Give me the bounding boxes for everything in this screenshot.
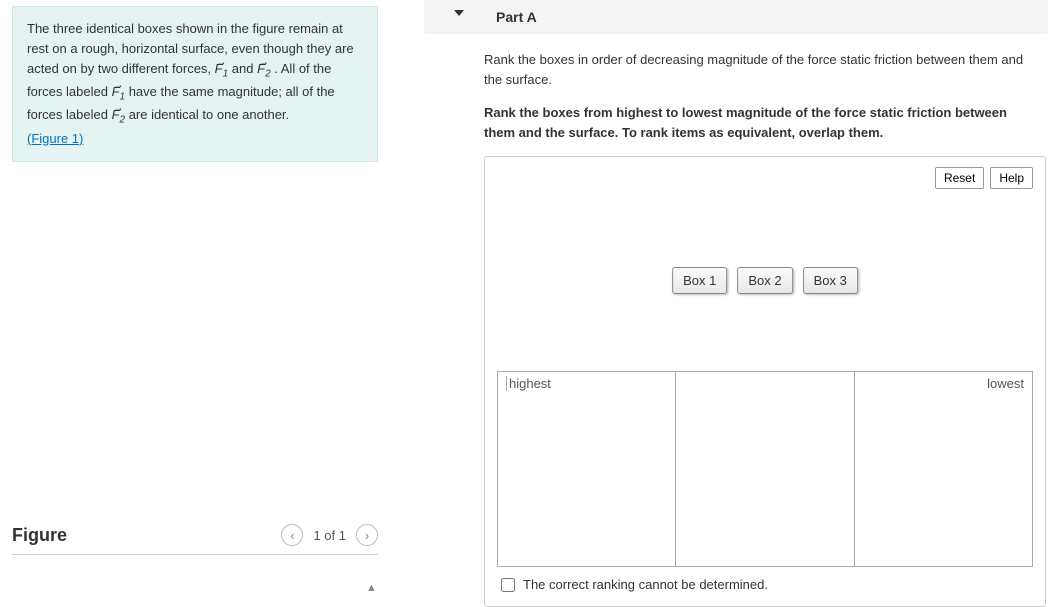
force-f2b: →F2 <box>112 107 126 122</box>
force-f2: →F2 <box>257 61 271 76</box>
cannot-determine-label: The correct ranking cannot be determined… <box>523 577 768 592</box>
cannot-determine-row[interactable]: The correct ranking cannot be determined… <box>497 577 1033 592</box>
ranking-dropzone[interactable]: highest lowest <box>497 371 1033 567</box>
force-f1b: →F1 <box>112 84 126 99</box>
figure-prev-button[interactable]: ‹ <box>281 524 303 546</box>
problem-statement: The three identical boxes shown in the f… <box>12 6 378 162</box>
rank-slot-1[interactable] <box>498 372 676 566</box>
figure-page-indicator: 1 of 1 <box>313 528 346 543</box>
figure-panel-header: Figure ‹ 1 of 1 › <box>12 524 378 555</box>
item-pool: Box 1 Box 2 Box 3 <box>497 167 1033 367</box>
collapse-icon[interactable]: ▲ <box>366 582 377 594</box>
figure-link[interactable]: (Figure 1) <box>27 131 83 146</box>
cannot-determine-checkbox[interactable] <box>501 578 515 592</box>
caret-down-icon <box>454 10 464 16</box>
part-header[interactable]: Part A <box>424 0 1048 34</box>
figure-pager: ‹ 1 of 1 › <box>281 524 378 546</box>
rank-item-box3[interactable]: Box 3 <box>803 267 858 294</box>
figure-next-button[interactable]: › <box>356 524 378 546</box>
rank-slot-2[interactable] <box>676 372 854 566</box>
figure-title: Figure <box>12 525 281 546</box>
force-f1: →F1 <box>215 61 229 76</box>
rank-slot-3[interactable] <box>855 372 1032 566</box>
question-instruction: Rank the boxes from highest to lowest ma… <box>484 103 1036 142</box>
question-description: Rank the boxes in order of decreasing ma… <box>484 50 1036 89</box>
rank-item-box1[interactable]: Box 1 <box>672 267 727 294</box>
rank-item-box2[interactable]: Box 2 <box>737 267 792 294</box>
problem-text-4: are identical to one another. <box>129 107 289 122</box>
problem-text-mid: and <box>232 61 257 76</box>
rank-label-highest: highest <box>506 376 551 391</box>
part-label: Part A <box>496 9 537 25</box>
ranking-widget: Reset Help Box 1 Box 2 Box 3 highest low… <box>484 156 1046 607</box>
rank-label-lowest: lowest <box>987 376 1024 391</box>
